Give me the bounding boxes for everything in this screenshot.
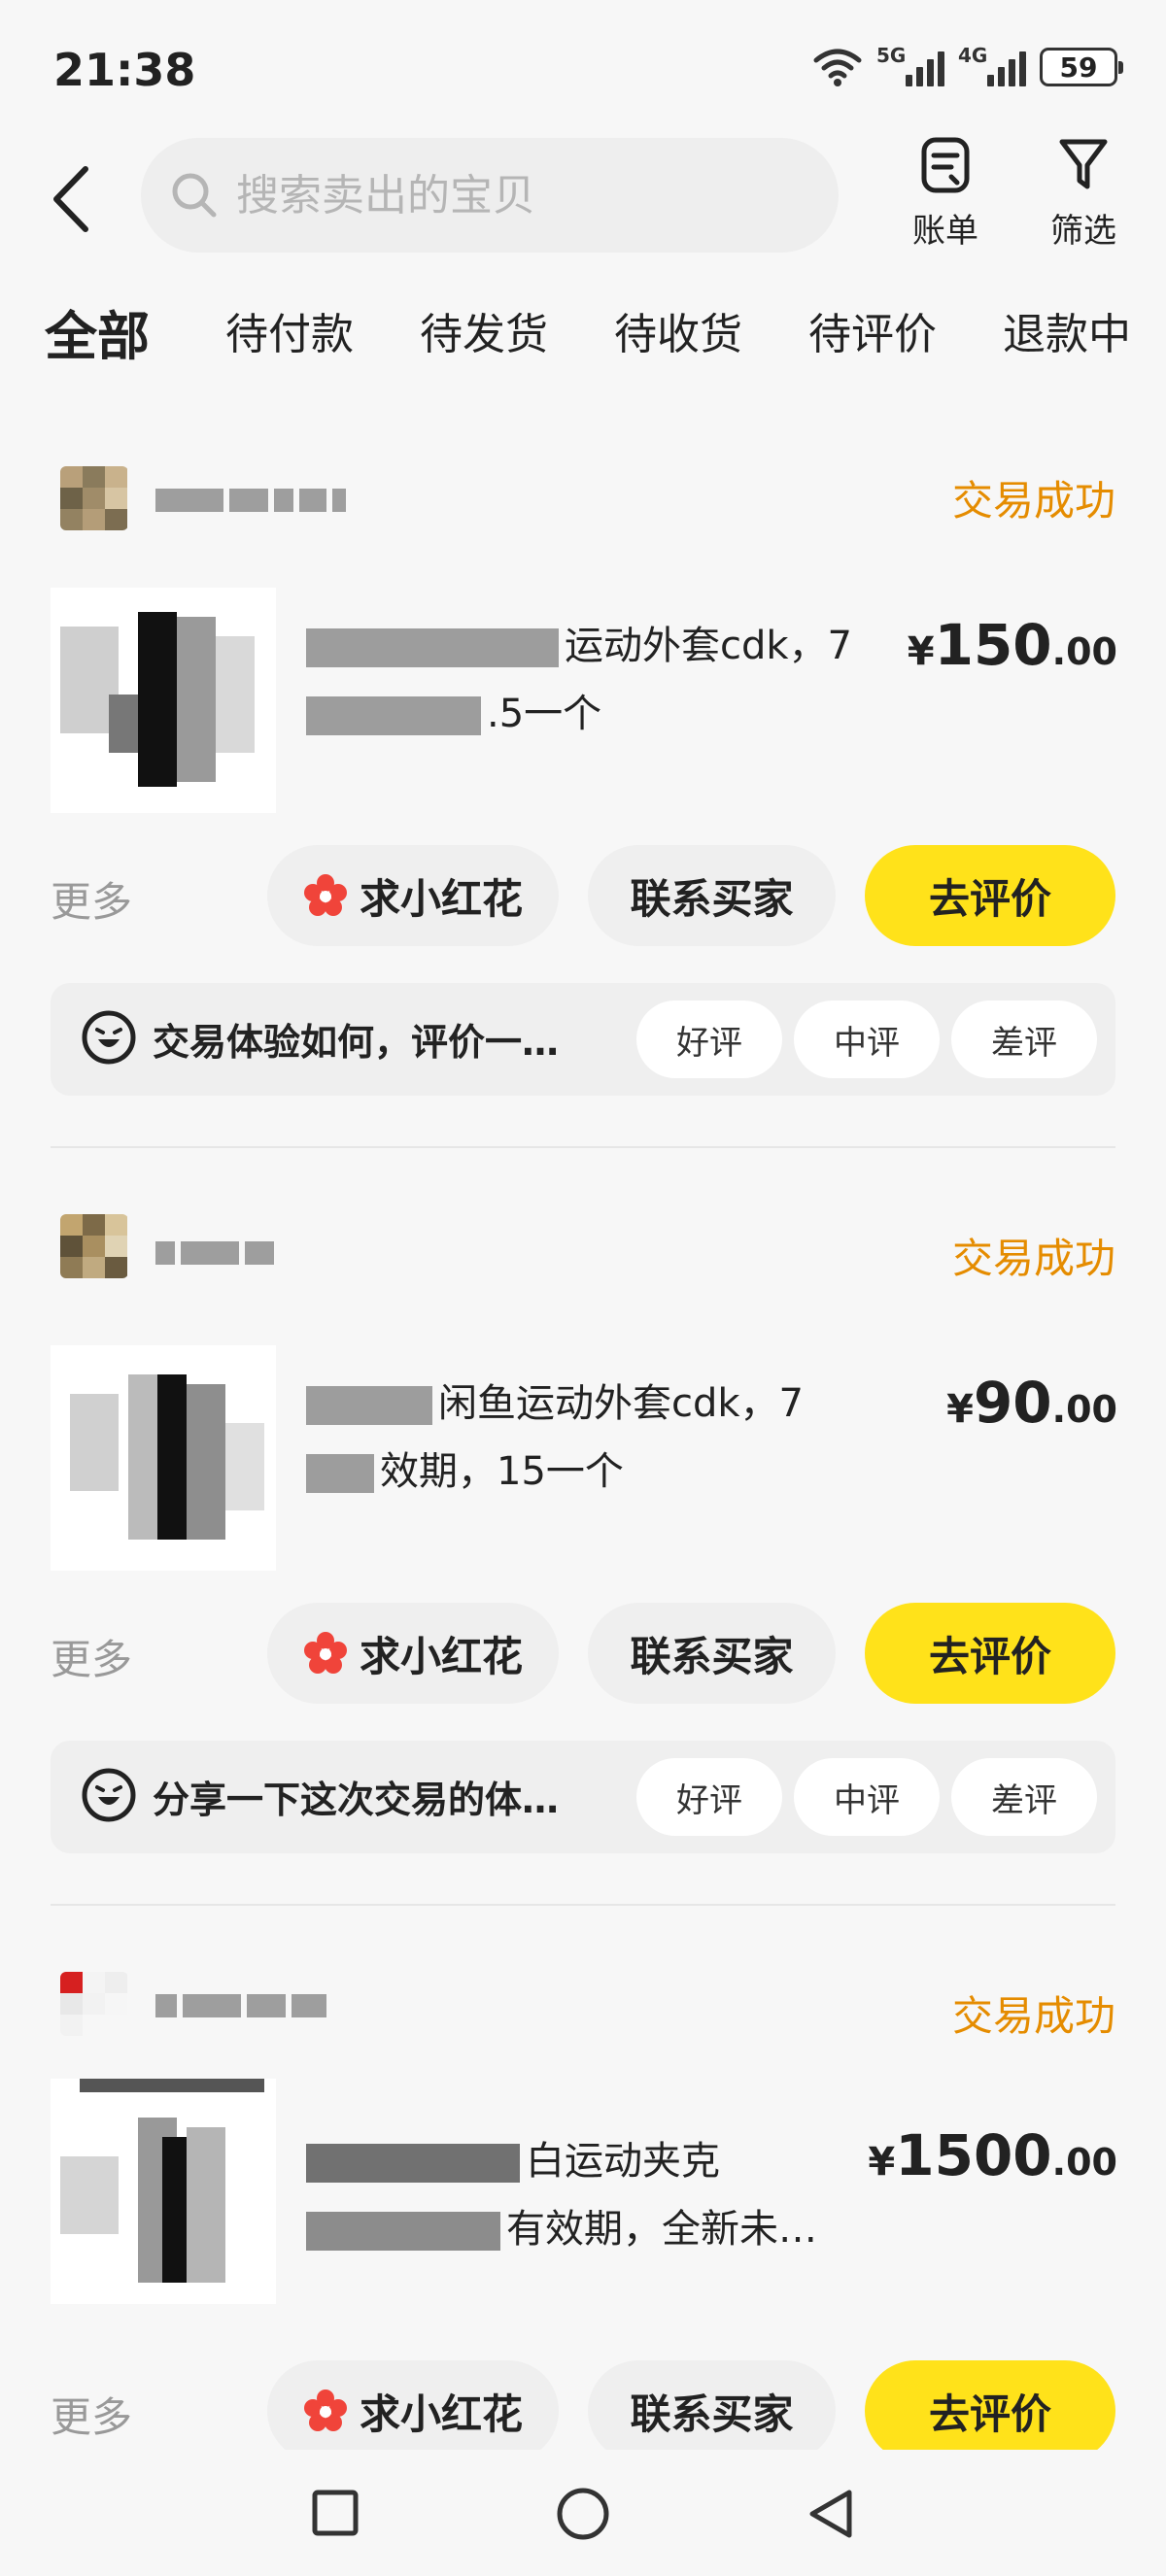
face-icon [82, 1768, 136, 1822]
filter-label: 筛选 [1050, 212, 1116, 251]
search-input[interactable] [236, 170, 780, 220]
seller-avatar[interactable] [60, 1972, 128, 2036]
review-button[interactable]: 去评价 [865, 845, 1115, 946]
order-card: 交易成功 白运动夹克 有效期，全新未… ¥1500.00 更多 求小红花 联系买… [0, 1972, 1166, 2450]
order-status: 交易成功 [951, 477, 1115, 525]
review-button[interactable]: 去评价 [865, 1603, 1115, 1704]
good-review-button[interactable]: 好评 [636, 1000, 782, 1078]
more-button[interactable]: 更多 [51, 2385, 132, 2444]
product-thumbnail[interactable] [51, 588, 276, 813]
tab-pending-payment[interactable]: 待付款 [225, 299, 354, 361]
tab-pending-shipment[interactable]: 待发货 [420, 299, 548, 361]
filter-icon [1059, 139, 1108, 189]
review-prompt: 交易体验如何，评价一… [153, 1021, 560, 1064]
status-bar: 21:38 5G 4G 59 [0, 0, 1166, 136]
bill-icon [921, 137, 970, 193]
product-title[interactable]: 运动外套cdk，7 .5一个 [306, 612, 899, 748]
signal-5g-icon: 5G [876, 44, 944, 86]
flower-request-button[interactable]: 求小红花 [267, 1603, 559, 1704]
quick-review-bar: 交易体验如何，评价一… 好评 中评 差评 [51, 983, 1115, 1096]
order-divider [51, 1904, 1115, 1906]
header: 账单 筛选 [0, 136, 1166, 262]
neutral-review-button[interactable]: 中评 [794, 1758, 940, 1836]
back-arrow-icon [53, 166, 88, 232]
order-status: 交易成功 [951, 1235, 1115, 1282]
status-icons: 5G 4G 59 [812, 44, 1123, 87]
contact-buyer-button[interactable]: 联系买家 [588, 2360, 836, 2450]
contact-buyer-button[interactable]: 联系买家 [588, 1603, 836, 1704]
flower-request-button[interactable]: 求小红花 [267, 845, 559, 946]
contact-buyer-button[interactable]: 联系买家 [588, 845, 836, 946]
product-title[interactable]: 闲鱼运动外套cdk，7 效期，15一个 [306, 1370, 899, 1506]
product-thumbnail[interactable] [51, 1345, 276, 1571]
product-title[interactable]: 白运动夹克 有效期，全新未… [306, 2127, 899, 2263]
seller-name-redacted [155, 1238, 274, 1268]
bad-review-button[interactable]: 差评 [951, 1758, 1097, 1836]
flower-icon [303, 1632, 347, 1674]
bill-button[interactable]: 账单 [892, 136, 999, 252]
order-card: 交易成功 闲鱼运动外套cdk，7 效期，15一个 ¥90.00 更多 求小红花 … [0, 1214, 1166, 1894]
neutral-review-button[interactable]: 中评 [794, 1000, 940, 1078]
circle-nav-icon[interactable] [556, 2487, 610, 2541]
order-status: 交易成功 [951, 1992, 1115, 2040]
tab-pending-review[interactable]: 待评价 [808, 299, 937, 361]
tab-refunding[interactable]: 退款中 [1003, 299, 1131, 361]
triangle-nav-icon[interactable] [806, 2487, 855, 2541]
bad-review-button[interactable]: 差评 [951, 1000, 1097, 1078]
more-button[interactable]: 更多 [51, 869, 132, 929]
review-prompt: 分享一下这次交易的体… [153, 1779, 560, 1821]
search-bar[interactable] [141, 138, 839, 253]
good-review-button[interactable]: 好评 [636, 1758, 782, 1836]
bill-label: 账单 [912, 212, 978, 251]
system-nav-bar [0, 2450, 1166, 2576]
review-button[interactable]: 去评价 [865, 2360, 1115, 2450]
order-divider [51, 1146, 1115, 1148]
seller-avatar[interactable] [60, 466, 128, 530]
flower-request-label: 求小红花 [359, 874, 523, 923]
tab-pending-receipt[interactable]: 待收货 [614, 299, 742, 361]
signal-4g-icon: 4G [958, 44, 1026, 86]
flower-request-button[interactable]: 求小红花 [267, 2360, 559, 2450]
seller-name-redacted [155, 1991, 326, 2020]
search-icon [172, 173, 217, 218]
more-button[interactable]: 更多 [51, 1627, 132, 1686]
flower-icon [303, 2390, 347, 2431]
square-nav-icon[interactable] [311, 2489, 360, 2537]
flower-request-label: 求小红花 [359, 1632, 523, 1680]
flower-request-label: 求小红花 [359, 2390, 523, 2438]
back-button[interactable] [49, 160, 117, 238]
order-card: 交易成功 运动外套cdk，7 .5一个 ¥150.00 更多 求小红花 联系买家… [0, 457, 1166, 1136]
seller-name-redacted [155, 486, 346, 515]
flower-icon [303, 874, 347, 916]
order-price: ¥1500.00 [868, 2122, 1117, 2188]
status-time: 21:38 [53, 44, 196, 96]
wifi-icon [813, 49, 862, 86]
order-price: ¥90.00 [946, 1370, 1117, 1436]
product-thumbnail[interactable] [51, 2079, 276, 2304]
seller-avatar[interactable] [60, 1214, 128, 1278]
filter-button[interactable]: 筛选 [1030, 136, 1137, 252]
tab-all-label: 全部 [45, 306, 150, 367]
battery-icon: 59 [1040, 48, 1123, 86]
order-price: ¥150.00 [907, 612, 1117, 678]
quick-review-bar: 分享一下这次交易的体… 好评 中评 差评 [51, 1741, 1115, 1853]
order-tabs: 全部 待付款 待发货 待收货 待评价 退款中 [0, 291, 1166, 369]
tab-all[interactable]: 全部 [41, 293, 154, 370]
face-icon [82, 1010, 136, 1065]
